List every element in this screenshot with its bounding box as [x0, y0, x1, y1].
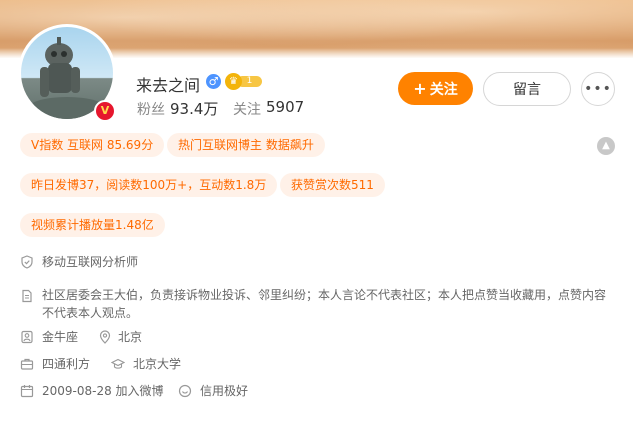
join-date: 2009-08-28 加入微博: [42, 384, 164, 398]
tag-video-plays[interactable]: 视频累计播放量1.48亿: [20, 213, 165, 237]
following-count[interactable]: 5907: [266, 98, 304, 116]
company: 四通利方: [42, 357, 91, 371]
crown-icon: ♛: [225, 73, 242, 90]
user-name: 来去之间: [136, 76, 201, 95]
tag-daily-stats[interactable]: 昨日发博37，阅读数100万+，互动数1.8万: [20, 173, 278, 197]
tag-reward-count[interactable]: 获赞赏次数511: [280, 173, 385, 197]
more-button[interactable]: •••: [581, 72, 615, 106]
graduation-cap-icon: [111, 358, 125, 369]
location: 北京: [118, 330, 143, 344]
following-label[interactable]: 关注: [233, 99, 261, 119]
credit-status[interactable]: 信用极好: [200, 382, 248, 400]
followers-label[interactable]: 粉丝: [137, 99, 165, 119]
more-icon: •••: [584, 81, 612, 97]
followers-count[interactable]: 93.4万: [170, 98, 218, 119]
follow-button-label: 关注: [429, 81, 458, 98]
briefcase-icon: [20, 358, 34, 370]
tag-v-index[interactable]: V指数 互联网 85.69分: [20, 133, 165, 157]
member-level-badge[interactable]: 1 ♛: [225, 73, 263, 90]
follow-button[interactable]: + 关注: [398, 72, 473, 105]
calendar-icon: [20, 385, 34, 398]
message-button[interactable]: 留言: [483, 72, 571, 106]
message-button-label: 留言: [513, 82, 541, 98]
profile-bio: 社区居委会王大伯，负责接诉物业投诉、邻里纠纷；本人言论不代表社区；本人把点赞当收…: [42, 288, 607, 320]
credit-icon: [178, 384, 192, 398]
plus-icon: +: [413, 79, 427, 98]
location-icon: [99, 330, 111, 344]
gender-male-icon: ♂: [206, 74, 221, 89]
shield-icon: [21, 255, 33, 269]
verified-badge-icon: V: [94, 100, 116, 122]
user-icon: [21, 330, 33, 344]
zodiac: 金牛座: [42, 330, 79, 344]
chevron-up-icon[interactable]: ▲: [597, 137, 615, 155]
school: 北京大学: [133, 357, 182, 371]
tag-hot-blogger[interactable]: 热门互联网博主 数据飙升: [167, 133, 325, 157]
document-icon: [22, 289, 32, 303]
profile-title: 移动互联网分析师: [42, 255, 139, 269]
